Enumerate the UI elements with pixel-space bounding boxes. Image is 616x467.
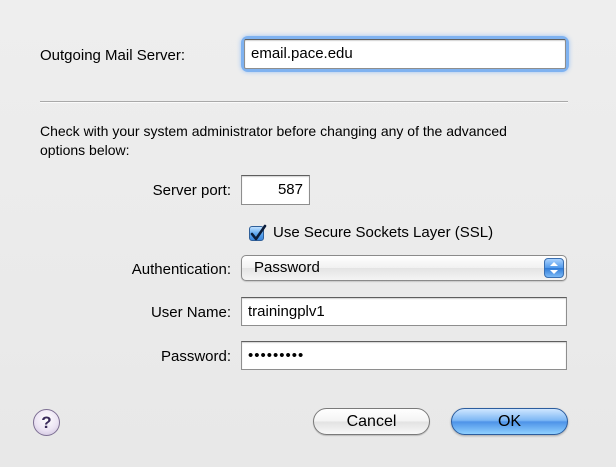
username-input[interactable]: trainingplv1 [241,297,567,326]
server-port-input[interactable]: 587 [241,175,310,205]
ok-button[interactable]: OK [451,408,568,435]
outgoing-server-label: Outgoing Mail Server: [40,47,186,64]
server-port-label: Server port: [152,182,231,199]
password-label: Password: [160,348,231,365]
advanced-options-notice: Check with your system administrator bef… [40,123,507,158]
outgoing-server-input[interactable]: email.pace.edu [244,39,566,69]
popup-arrows-icon [544,258,564,278]
ssl-checkbox[interactable] [249,224,267,241]
help-icon[interactable]: ? [33,409,60,436]
username-label: User Name: [150,304,231,321]
section-divider [40,101,568,103]
ssl-label[interactable]: Use Secure Sockets Layer (SSL) [273,224,493,242]
password-input[interactable]: ••••••••• [241,341,567,370]
check-icon [250,224,267,241]
authentication-value: Password [254,259,320,276]
advanced-smtp-dialog: Outgoing Mail Server: email.pace.edu Che… [0,0,616,467]
authentication-popup[interactable]: Password [241,255,567,281]
authentication-label: Authentication: [131,261,231,278]
cancel-button[interactable]: Cancel [313,408,430,435]
